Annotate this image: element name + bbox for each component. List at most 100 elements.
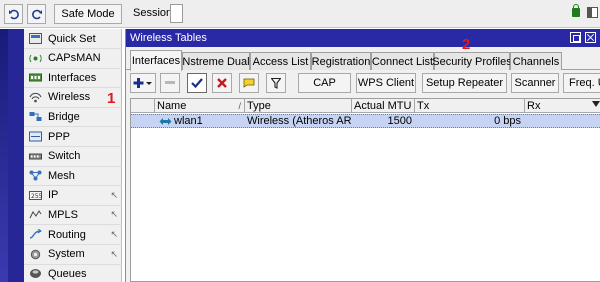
menu-item-label: Mesh bbox=[48, 169, 75, 182]
row-rx bbox=[525, 115, 600, 128]
side-menu: Quick Set CAPsMAN Interfaces Wireless Bridge… bbox=[24, 29, 122, 282]
row-tx: 0 bps bbox=[494, 115, 521, 127]
restore-icon[interactable] bbox=[570, 32, 581, 43]
tab-registration[interactable]: Registration bbox=[311, 52, 371, 70]
capsman-icon bbox=[28, 52, 42, 64]
filter-button[interactable] bbox=[266, 73, 286, 93]
system-icon bbox=[28, 248, 42, 260]
column-tx-label: Tx bbox=[417, 100, 430, 112]
menu-item-mesh[interactable]: Mesh bbox=[24, 166, 122, 187]
menu-item-label: Queues bbox=[48, 267, 87, 280]
menu-item-quick-set[interactable]: Quick Set bbox=[24, 29, 122, 49]
menu-item-ppp[interactable]: PPP bbox=[24, 127, 122, 147]
wireless-interface-icon bbox=[159, 116, 173, 129]
menu-item-label: CAPsMAN bbox=[48, 52, 101, 65]
menu-item-label: Quick Set bbox=[48, 32, 96, 45]
wireless-icon bbox=[28, 91, 42, 103]
window-title: Wireless Tables bbox=[126, 29, 600, 47]
tab-access-list[interactable]: Access List bbox=[250, 52, 311, 70]
menu-item-label: PPP bbox=[48, 130, 71, 143]
x-icon bbox=[217, 78, 227, 88]
menu-item-ip[interactable]: 255 IP ↖ bbox=[24, 186, 122, 206]
interfaces-table: Name / Type Actual MTU Tx Rx wlan1 Wirele… bbox=[130, 98, 600, 282]
svg-text:255: 255 bbox=[31, 193, 42, 200]
sort-icon: / bbox=[238, 101, 241, 111]
side-strip-accent bbox=[0, 29, 8, 282]
session-field[interactable] bbox=[170, 4, 183, 23]
scanner-button[interactable]: Scanner bbox=[511, 73, 559, 93]
mpls-icon bbox=[28, 209, 42, 221]
tab-connect-list[interactable]: Connect List bbox=[371, 52, 434, 70]
plus-icon bbox=[133, 78, 152, 88]
close-icon[interactable] bbox=[585, 32, 596, 43]
menu-item-label: Wireless bbox=[48, 91, 91, 104]
quick-set-icon bbox=[28, 33, 42, 45]
comment-button[interactable] bbox=[239, 73, 259, 93]
lock-icon bbox=[572, 4, 580, 17]
row-mtu: 1500 bbox=[387, 115, 412, 127]
routing-icon bbox=[28, 229, 42, 241]
redo-button[interactable] bbox=[27, 4, 46, 24]
pane-toggle-icon[interactable] bbox=[587, 7, 598, 18]
menu-item-switch[interactable]: Switch bbox=[24, 147, 122, 167]
column-menu-icon[interactable] bbox=[592, 101, 600, 107]
redo-icon bbox=[31, 9, 42, 20]
disable-button[interactable] bbox=[212, 73, 232, 93]
menu-item-bridge[interactable]: Bridge bbox=[24, 107, 122, 128]
column-type-label: Type bbox=[247, 100, 271, 112]
remove-button[interactable] bbox=[160, 73, 180, 93]
table-header: Name / Type Actual MTU Tx Rx bbox=[131, 99, 600, 113]
menu-item-label: Routing bbox=[48, 228, 86, 241]
safe-mode-button[interactable]: Safe Mode bbox=[54, 4, 122, 24]
menu-item-interfaces[interactable]: Interfaces bbox=[24, 68, 122, 89]
table-row[interactable]: wlan1 Wireless (Atheros AR9... 1500 0 bp… bbox=[131, 114, 600, 128]
column-mtu-label: Actual MTU bbox=[354, 100, 412, 112]
column-type[interactable]: Type bbox=[245, 99, 352, 113]
row-type: Wireless (Atheros AR9... bbox=[247, 115, 351, 127]
switch-icon bbox=[28, 150, 42, 162]
enable-button[interactable] bbox=[187, 73, 207, 93]
cap-button[interactable]: CAP bbox=[298, 73, 351, 93]
comment-icon bbox=[243, 78, 255, 88]
filter-icon bbox=[271, 77, 281, 89]
minus-icon bbox=[165, 81, 175, 84]
menu-item-capsman[interactable]: CAPsMAN bbox=[24, 49, 122, 69]
annotation-2: 2 bbox=[462, 36, 471, 53]
checkmark-icon bbox=[191, 78, 203, 88]
add-button[interactable] bbox=[130, 73, 156, 93]
submenu-arrow-icon: ↖ bbox=[110, 248, 118, 259]
column-flags[interactable] bbox=[131, 99, 155, 113]
session-label: Session: bbox=[133, 7, 176, 19]
column-tx[interactable]: Tx bbox=[415, 99, 525, 113]
wireless-tables-window: Wireless Tables Interfaces Nstreme Dual … bbox=[125, 29, 600, 282]
column-rx[interactable]: Rx bbox=[525, 99, 600, 113]
menu-item-label: MPLS bbox=[48, 208, 78, 221]
wps-client-button[interactable]: WPS Client bbox=[356, 73, 416, 93]
menu-item-label: System bbox=[48, 248, 85, 261]
menu-item-label: Interfaces bbox=[48, 71, 97, 84]
menu-item-mpls[interactable]: MPLS ↖ bbox=[24, 205, 122, 226]
submenu-arrow-icon: ↖ bbox=[110, 209, 118, 220]
column-name[interactable]: Name / bbox=[155, 99, 245, 113]
tab-interfaces[interactable]: Interfaces bbox=[130, 50, 182, 71]
column-actual-mtu[interactable]: Actual MTU bbox=[352, 99, 415, 113]
tab-channels[interactable]: Channels bbox=[510, 52, 562, 70]
tab-security-profiles[interactable]: Security Profiles bbox=[432, 52, 512, 70]
tab-nstreme-dual[interactable]: Nstreme Dual bbox=[182, 52, 250, 70]
freq-usage-button[interactable]: Freq. U bbox=[563, 73, 600, 93]
submenu-arrow-icon: ↖ bbox=[110, 229, 118, 239]
setup-repeater-button[interactable]: Setup Repeater bbox=[422, 73, 507, 93]
action-toolbar: CAP WPS Client Setup Repeater Scanner Fr… bbox=[126, 73, 600, 95]
menu-item-routing[interactable]: Routing ↖ bbox=[24, 225, 122, 245]
ip-icon: 255 bbox=[28, 189, 42, 201]
menu-item-label: IP bbox=[48, 189, 59, 202]
undo-button[interactable] bbox=[4, 4, 23, 24]
row-name: wlan1 bbox=[174, 115, 203, 127]
menu-item-system[interactable]: System ↖ bbox=[24, 245, 122, 265]
mesh-icon bbox=[28, 170, 42, 182]
menu-item-label: Bridge bbox=[48, 110, 80, 123]
top-toolbar: Safe Mode Session: bbox=[0, 0, 600, 28]
menu-item-queues[interactable]: Queues bbox=[24, 264, 122, 282]
queues-icon bbox=[28, 268, 42, 280]
tab-bar: Interfaces Nstreme Dual Access List Regi… bbox=[126, 50, 600, 71]
